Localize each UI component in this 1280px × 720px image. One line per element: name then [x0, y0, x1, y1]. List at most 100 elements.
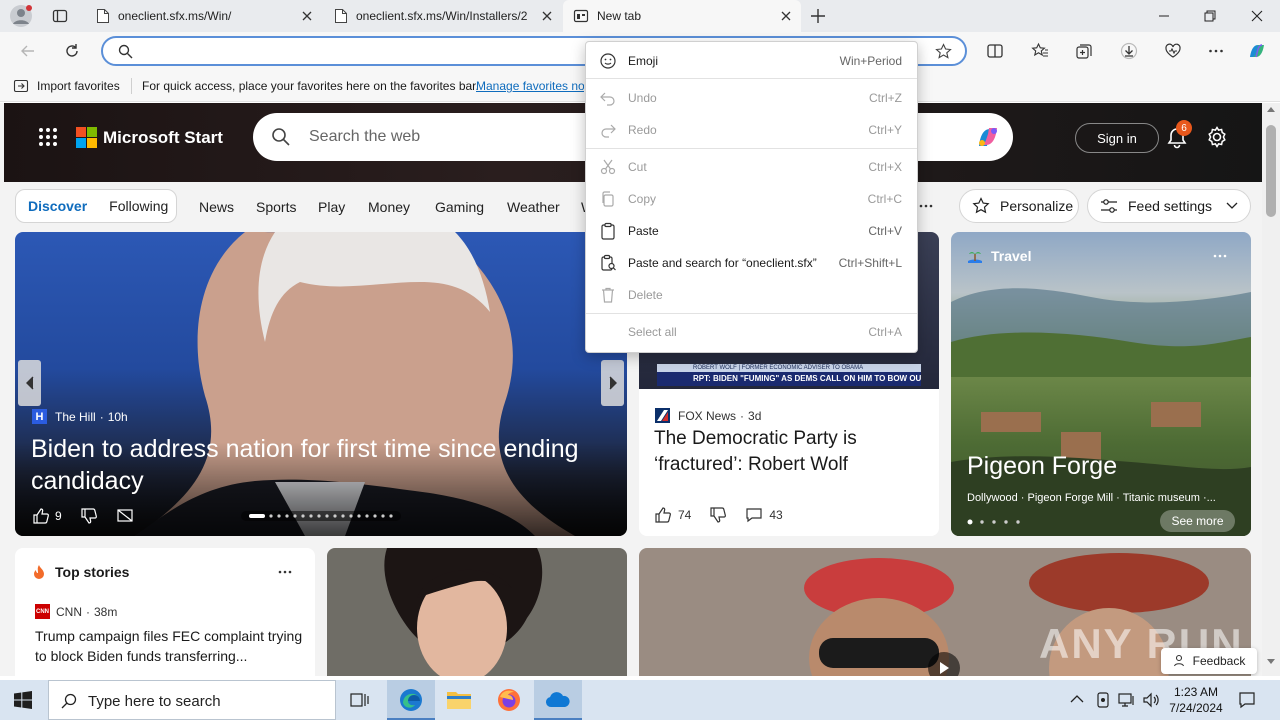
onedrive-icon — [545, 692, 571, 708]
video-story-card[interactable]: ANY RUN — [639, 548, 1251, 676]
nav-sports[interactable]: Sports — [256, 199, 296, 215]
story-headline[interactable]: The Democratic Party is ‘fractured’: Rob… — [654, 426, 924, 478]
menu-item-redo[interactable]: Redo Ctrl+Y — [586, 115, 917, 145]
undo-icon — [599, 89, 617, 107]
scroll-down-icon[interactable] — [1267, 659, 1275, 664]
feedback-button[interactable]: Feedback — [1161, 648, 1257, 674]
tab-2[interactable]: oneclient.sfx.ms/Win/Installers/2 — [324, 0, 562, 32]
story-age: 38m — [94, 604, 118, 619]
carousel-prev-button[interactable] — [18, 360, 41, 406]
scroll-up-icon[interactable] — [1267, 107, 1275, 112]
menu-item-undo[interactable]: Undo Ctrl+Z — [586, 83, 917, 113]
profile-avatar-icon[interactable] — [10, 5, 32, 27]
tab-actions-icon[interactable] — [52, 8, 68, 24]
feed-settings-button[interactable]: Feed settings — [1087, 189, 1251, 223]
carousel-pagination[interactable] — [241, 511, 401, 521]
nav-overflow-icon[interactable] — [919, 204, 933, 208]
tab-1[interactable]: oneclient.sfx.ms/Win/ — [86, 0, 322, 32]
import-favorites-button[interactable]: Import favorites — [13, 78, 120, 94]
menu-item-select-all[interactable]: Select all Ctrl+A — [586, 317, 917, 347]
firefox-icon[interactable] — [497, 688, 521, 712]
more-menu-icon[interactable] — [1203, 38, 1229, 64]
feedback-label: Feedback — [1192, 654, 1246, 668]
menu-shortcut: Ctrl+Y — [868, 123, 902, 137]
split-screen-icon[interactable] — [982, 38, 1008, 64]
travel-card[interactable]: Travel Pigeon Forge Dollywood · Pigeon F… — [951, 232, 1251, 536]
network-icon[interactable] — [1118, 692, 1136, 708]
menu-item-cut[interactable]: Cut Ctrl+X — [586, 152, 917, 182]
close-window-icon[interactable] — [1234, 0, 1280, 32]
edge-taskbar-button[interactable] — [387, 680, 435, 720]
feedback-icon — [1173, 654, 1187, 668]
menu-item-paste[interactable]: Paste Ctrl+V — [586, 216, 917, 246]
minimize-icon[interactable] — [1141, 0, 1187, 32]
volume-icon[interactable] — [1142, 692, 1160, 708]
close-tab-icon[interactable] — [779, 9, 793, 23]
chevron-up-icon[interactable] — [1070, 694, 1084, 704]
windows-start-icon[interactable] — [14, 691, 32, 709]
collections-icon[interactable] — [1071, 38, 1097, 64]
flame-icon — [31, 564, 47, 580]
notification-center-icon[interactable] — [1238, 691, 1256, 709]
story-headline[interactable]: Trump campaign files FEC complaint tryin… — [35, 626, 303, 666]
photo-story-card[interactable] — [327, 548, 627, 676]
thumbs-down-icon[interactable] — [80, 507, 98, 525]
file-explorer-icon[interactable] — [446, 688, 472, 712]
back-icon[interactable] — [15, 38, 41, 64]
nav-gaming[interactable]: Gaming — [435, 199, 484, 215]
app-launcher-icon[interactable] — [38, 127, 58, 147]
import-icon — [13, 78, 29, 94]
copilot-icon[interactable] — [973, 122, 1003, 152]
close-tab-icon[interactable] — [540, 9, 554, 23]
fox-news-logo-icon — [655, 408, 670, 423]
hide-story-icon[interactable] — [116, 507, 134, 525]
more-options-icon[interactable] — [1213, 254, 1227, 258]
brand-name: Microsoft Start — [103, 127, 223, 147]
page-scrollbar[interactable] — [1262, 103, 1280, 676]
meet-now-icon[interactable] — [1095, 691, 1111, 709]
play-button[interactable] — [928, 652, 960, 676]
close-tab-icon[interactable] — [300, 9, 314, 23]
scroll-thumb[interactable] — [1266, 125, 1276, 217]
restore-icon[interactable] — [1187, 0, 1233, 32]
favorite-star-icon[interactable] — [935, 43, 952, 60]
main-story-card[interactable]: H The Hill · 10h Biden to address nation… — [15, 232, 627, 536]
see-more-button[interactable]: See more — [1160, 510, 1235, 532]
nav-news[interactable]: News — [199, 199, 234, 215]
msstart-logo[interactable]: Microsoft Start — [76, 127, 223, 148]
tab-3[interactable]: New tab — [563, 0, 801, 32]
refresh-icon[interactable] — [59, 38, 85, 64]
settings-gear-icon[interactable] — [1206, 126, 1228, 148]
clock[interactable]: 1:23 AM 7/24/2024 — [1165, 684, 1227, 716]
thumbs-up-icon[interactable] — [32, 507, 50, 525]
nav-weather[interactable]: Weather — [507, 199, 560, 215]
manage-favorites-link[interactable]: Manage favorites no — [476, 79, 584, 93]
tab-discover[interactable]: Discover — [28, 198, 87, 214]
taskbar-search-box[interactable]: Type here to search — [48, 680, 336, 720]
story-headline[interactable]: Biden to address nation for first time s… — [31, 433, 601, 497]
browser-essentials-icon[interactable] — [1160, 38, 1186, 64]
menu-item-emoji[interactable]: Emoji Win+Period — [586, 46, 917, 76]
more-options-icon[interactable] — [278, 570, 292, 574]
copilot-icon[interactable] — [1244, 38, 1270, 64]
tab-following[interactable]: Following — [109, 198, 168, 214]
source-name: The Hill — [55, 409, 96, 424]
sign-in-button[interactable]: Sign in — [1075, 123, 1159, 153]
downloads-icon[interactable] — [1116, 38, 1142, 64]
menu-item-paste-and-search[interactable]: Paste and search for “oneclient.sfx” Ctr… — [586, 248, 917, 278]
personalize-button[interactable]: Personalize — [959, 189, 1079, 223]
comment-icon[interactable] — [745, 506, 763, 524]
thumbs-up-icon[interactable] — [654, 506, 672, 524]
menu-item-copy[interactable]: Copy Ctrl+C — [586, 184, 917, 214]
thumbs-down-icon[interactable] — [709, 506, 727, 524]
nav-play[interactable]: Play — [318, 199, 345, 215]
new-tab-plus-icon[interactable] — [810, 8, 826, 24]
travel-pagination[interactable] — [967, 519, 1027, 525]
task-view-icon[interactable] — [350, 691, 370, 709]
onedrive-taskbar-button[interactable] — [534, 680, 582, 720]
menu-item-delete[interactable]: Delete — [586, 280, 917, 310]
nav-money[interactable]: Money — [368, 199, 410, 215]
travel-title: Pigeon Forge — [967, 452, 1118, 480]
favorites-icon[interactable] — [1027, 38, 1053, 64]
carousel-next-button[interactable] — [601, 360, 624, 406]
